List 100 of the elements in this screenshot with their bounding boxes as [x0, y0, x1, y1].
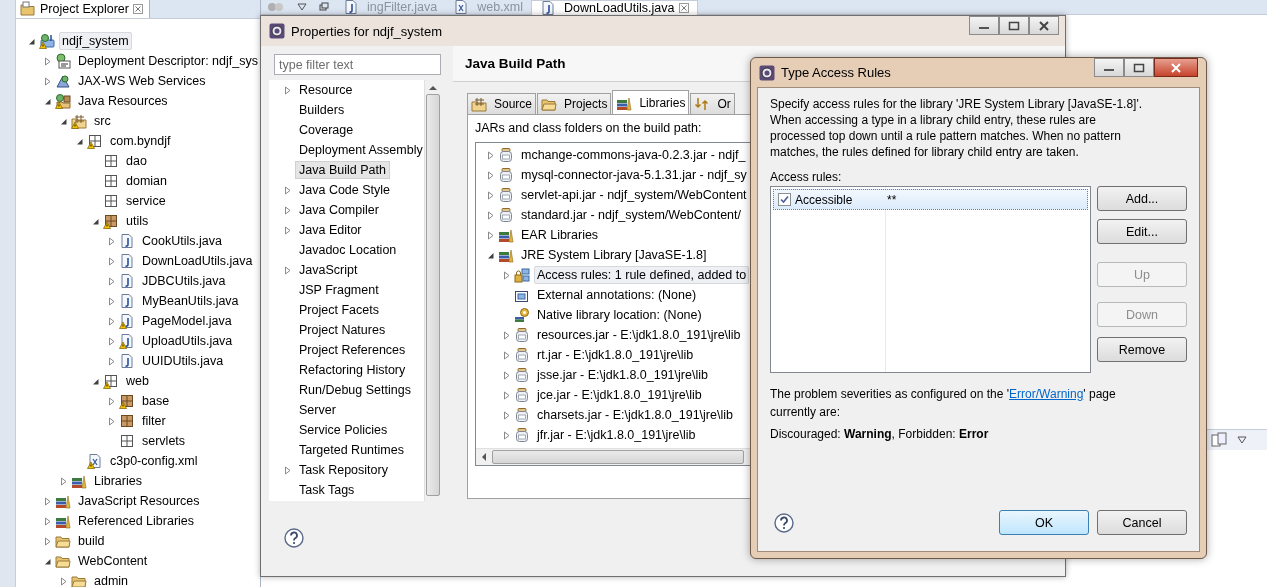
tree-item[interactable]: servlets: [139, 432, 189, 450]
dialog-button[interactable]: Cancel: [1097, 510, 1187, 535]
tree-item[interactable]: mchange-commons-java-0.2.3.jar - ndjf_: [518, 146, 749, 164]
nav-item[interactable]: Service Policies: [295, 421, 392, 439]
tree-item[interactable]: c3p0-config.xml: [107, 452, 201, 470]
nav-item[interactable]: Server: [295, 401, 340, 419]
tree-item[interactable]: jce.jar - E:\jdk1.8.0_191\jre\lib: [534, 386, 705, 404]
tree-item[interactable]: UploadUtils.java: [139, 332, 236, 350]
help-icon[interactable]: [284, 528, 304, 548]
tree-item[interactable]: src: [91, 112, 114, 130]
collapsed-arrow-icon[interactable]: [107, 296, 116, 306]
tree-item[interactable]: filter: [139, 412, 169, 430]
tree-item[interactable]: web: [123, 372, 152, 390]
close-icon[interactable]: [678, 2, 689, 13]
collapsed-arrow-icon[interactable]: [283, 225, 292, 235]
tab[interactable]: Libraries: [612, 90, 690, 114]
nav-item[interactable]: Java Code Style: [295, 181, 395, 199]
close-icon[interactable]: [132, 4, 143, 14]
collapsed-arrow-icon[interactable]: [486, 230, 495, 240]
tree-item[interactable]: admin: [91, 572, 132, 587]
collapsed-arrow-icon[interactable]: [107, 256, 116, 266]
collapsed-arrow-icon[interactable]: [283, 185, 292, 195]
nav-item[interactable]: Project Facets: [295, 301, 383, 319]
nav-item[interactable]: Project Natures: [295, 321, 390, 339]
collapsed-arrow-icon[interactable]: [283, 265, 292, 275]
tree-item[interactable]: EAR Libraries: [518, 226, 602, 244]
collapsed-arrow-icon[interactable]: [502, 330, 511, 340]
collapsed-arrow-icon[interactable]: [43, 516, 52, 526]
tree-item[interactable]: External annotations: (None): [534, 286, 700, 304]
tree-item[interactable]: standard.jar - ndjf_system/WebContent/: [518, 206, 744, 224]
collapsed-arrow-icon[interactable]: [502, 370, 511, 380]
expanded-arrow-icon[interactable]: [43, 556, 52, 566]
tree-item[interactable]: WebContent: [75, 552, 151, 570]
collapsed-arrow-icon[interactable]: [107, 356, 116, 366]
minimize-button[interactable]: [1094, 58, 1124, 77]
maximize-button[interactable]: [999, 16, 1029, 35]
tree-item[interactable]: MyBeanUtils.java: [139, 292, 242, 310]
tree-item[interactable]: Libraries: [91, 472, 145, 490]
tree-item[interactable]: UUIDUtils.java: [139, 352, 227, 370]
nav-item[interactable]: Java Compiler: [295, 201, 383, 219]
collapsed-arrow-icon[interactable]: [43, 496, 52, 506]
nav-item[interactable]: Javadoc Location: [295, 241, 401, 259]
tree-item[interactable]: domian: [123, 172, 170, 190]
tree-item[interactable]: servlet-api.jar - ndjf_system/WebContent: [518, 186, 750, 204]
tree-item[interactable]: jfr.jar - E:\jdk1.8.0_191\jre\lib: [534, 426, 699, 444]
tree-item[interactable]: utils: [123, 212, 152, 230]
collapsed-arrow-icon[interactable]: [486, 150, 495, 160]
restore-icon[interactable]: [319, 2, 329, 12]
tree-item[interactable]: Native library location: (None): [534, 306, 705, 324]
maximize-button[interactable]: [1124, 58, 1154, 77]
scroll-left-icon[interactable]: [480, 452, 488, 462]
tree-item[interactable]: JRE System Library [JavaSE-1.8]: [518, 246, 710, 264]
collapsed-arrow-icon[interactable]: [43, 56, 52, 66]
collapsed-arrow-icon[interactable]: [59, 576, 68, 586]
action-button[interactable]: Remove: [1097, 337, 1187, 362]
expanded-arrow-icon[interactable]: [91, 216, 100, 226]
nav-item[interactable]: Targeted Runtimes: [295, 441, 408, 459]
collapsed-arrow-icon[interactable]: [59, 476, 68, 486]
tree-item[interactable]: service: [123, 192, 169, 210]
tree-item[interactable]: mysql-connector-java-5.1.31.jar - ndjf_sy: [518, 166, 750, 184]
tree-item[interactable]: jsse.jar - E:\jdk1.8.0_191\jre\lib: [534, 366, 711, 384]
tab[interactable]: Or: [690, 93, 735, 114]
collapsed-arrow-icon[interactable]: [107, 416, 116, 426]
tree-item[interactable]: JavaScript Resources: [75, 492, 203, 510]
expanded-arrow-icon[interactable]: [91, 376, 100, 386]
close-button[interactable]: [1154, 58, 1198, 77]
tree-item[interactable]: PageModel.java: [139, 312, 235, 330]
tree-item[interactable]: Java Resources: [75, 92, 171, 110]
collapsed-arrow-icon[interactable]: [486, 210, 495, 220]
collapsed-arrow-icon[interactable]: [486, 190, 495, 200]
tab[interactable]: Projects: [537, 93, 612, 114]
collapsed-arrow-icon[interactable]: [283, 465, 292, 475]
nav-item[interactable]: Resource: [295, 81, 357, 99]
collapsed-arrow-icon[interactable]: [43, 76, 52, 86]
nav-item[interactable]: Project References: [295, 341, 410, 359]
collapsed-arrow-icon[interactable]: [502, 410, 511, 420]
collapsed-arrow-icon[interactable]: [107, 236, 116, 246]
action-button[interactable]: Add...: [1097, 186, 1187, 211]
nav-item[interactable]: Refactoring History: [295, 361, 410, 379]
expanded-arrow-icon[interactable]: [75, 136, 84, 146]
tab[interactable]: Source: [467, 93, 537, 114]
tree-item[interactable]: JDBCUtils.java: [139, 272, 229, 290]
expanded-arrow-icon[interactable]: [59, 116, 68, 126]
help-icon[interactable]: [774, 512, 794, 533]
checkbox[interactable]: [778, 193, 791, 206]
collapsed-arrow-icon[interactable]: [107, 396, 116, 406]
collapsed-arrow-icon[interactable]: [283, 205, 292, 215]
copy-icon[interactable]: [1211, 432, 1227, 448]
collapsed-arrow-icon[interactable]: [107, 316, 116, 326]
tree-item[interactable]: CookUtils.java: [139, 232, 225, 250]
collapsed-arrow-icon[interactable]: [502, 350, 511, 360]
dialog-button[interactable]: OK: [999, 510, 1089, 535]
tree-item[interactable]: Referenced Libraries: [75, 512, 198, 530]
tree-item[interactable]: rt.jar - E:\jdk1.8.0_191\jre\lib: [534, 346, 697, 364]
collapsed-arrow-icon[interactable]: [107, 276, 116, 286]
nav-item[interactable]: Coverage: [295, 121, 358, 139]
collapsed-arrow-icon[interactable]: [43, 536, 52, 546]
dropdown-icon[interactable]: [297, 3, 307, 11]
tree-item[interactable]: charsets.jar - E:\jdk1.8.0_191\jre\lib: [534, 406, 736, 424]
tree-item[interactable]: Access rules: 1 rule defined, added to: [534, 266, 750, 284]
